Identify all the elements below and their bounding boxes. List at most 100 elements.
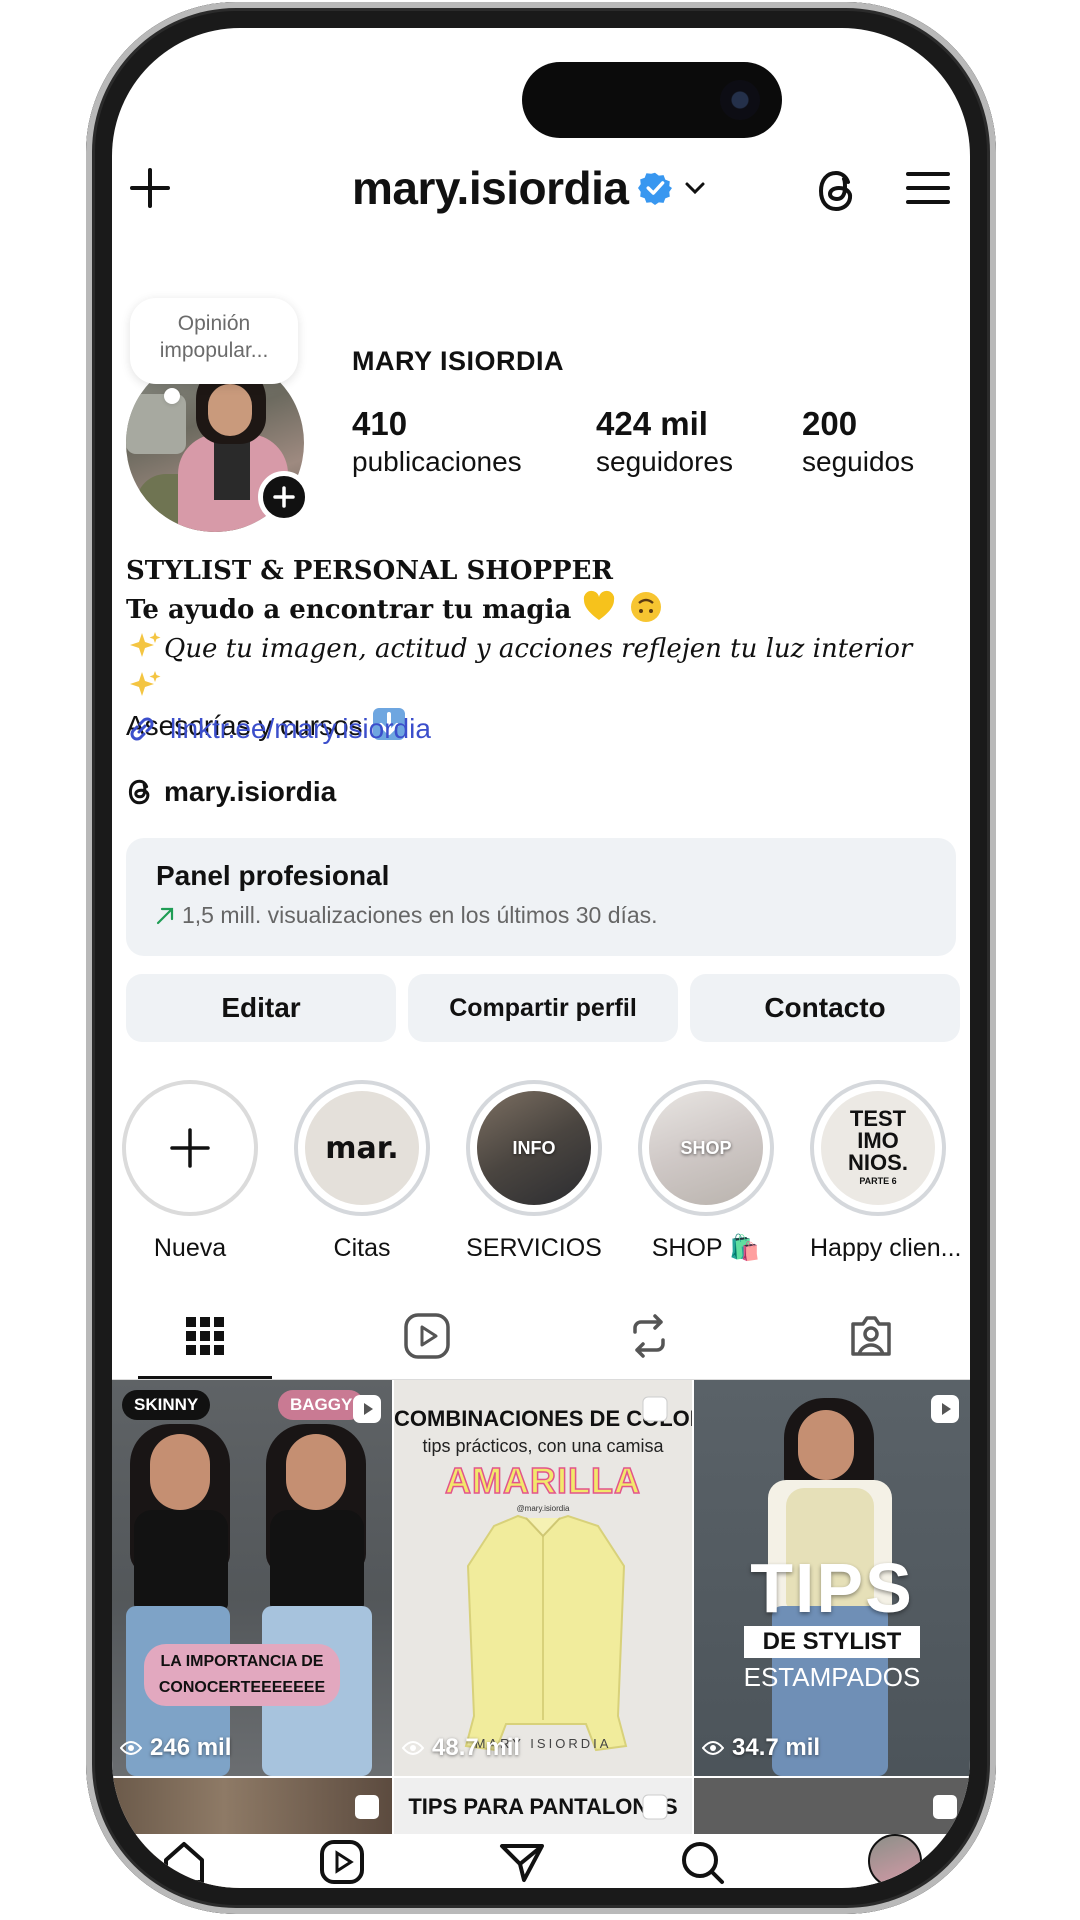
link-icon: [130, 717, 154, 741]
plus-icon: [273, 486, 295, 508]
dynamic-island: [522, 62, 782, 138]
account-switcher[interactable]: mary.isiordia: [352, 158, 708, 218]
share-profile-button[interactable]: Compartir perfil: [408, 974, 678, 1042]
highlight-new[interactable]: Nueva: [122, 1080, 258, 1263]
edit-profile-button[interactable]: Editar: [126, 974, 396, 1042]
stat-number: 200: [802, 405, 858, 442]
cover-line: PARTE 6: [859, 1176, 897, 1186]
followers-count[interactable]: 424 mil seguidores: [596, 404, 733, 480]
post-tile[interactable]: SKINNY BAGGY LA IMPORTANCIA DE CONOCERTE…: [112, 1380, 392, 1776]
highlight-label: SERVICIOS: [466, 1234, 602, 1262]
tab-reposts[interactable]: [582, 1294, 716, 1378]
banner-line: CONOCERTEEEEEEE: [158, 1679, 326, 1696]
threads-profile-link[interactable]: mary.isiordia: [126, 776, 336, 808]
post-tile[interactable]: TIPS DE STYLIST ESTAMPADOS 34.7 mil: [694, 1380, 970, 1776]
yellow-heart-icon: [584, 590, 615, 620]
stat-label: seguidos: [802, 446, 915, 477]
stat-label: publicaciones: [352, 446, 522, 477]
highlight-ring: SHOP: [638, 1080, 774, 1216]
tab-reels[interactable]: [360, 1294, 494, 1378]
eye-icon: [402, 1741, 424, 1755]
contact-button[interactable]: Contacto: [690, 974, 960, 1042]
create-post-button[interactable]: [128, 166, 172, 210]
post-headline: AMARILLA: [444, 1459, 641, 1502]
posts-count[interactable]: 410 publicaciones: [352, 404, 522, 480]
cover-line: TEST: [849, 1106, 907, 1131]
view-count: 48.7 mil: [402, 1734, 520, 1762]
highlight-citas[interactable]: mar. Citas: [294, 1080, 430, 1263]
highlight-cover: TEST IMO NIOS. PARTE 6: [821, 1091, 935, 1205]
link-text: linktr.ee/mary.isiordia: [170, 713, 431, 744]
stat-number: 410: [352, 405, 408, 442]
highlight-shop[interactable]: SHOP SHOP 🛍️: [638, 1080, 774, 1263]
stat-number: 424 mil: [596, 405, 708, 442]
upside-down-face-icon: [631, 592, 662, 622]
bio-text: Que tu imagen, actitud y acciones reflej…: [164, 634, 913, 664]
menu-button[interactable]: [906, 168, 950, 208]
banner-line: LA IMPORTANCIA DE: [160, 1653, 324, 1670]
view-count-text: 246 mil: [150, 1734, 232, 1761]
eye-icon: [120, 1741, 142, 1755]
verified-badge-icon: [638, 172, 673, 205]
bio-text: Te ayudo a encontrar tu magia: [126, 595, 572, 625]
grid-icon: [186, 1317, 224, 1355]
hamburger-icon: [906, 172, 950, 204]
screen: mary.isiordia Opinión impopular... MARY …: [112, 28, 970, 1888]
highlight-servicios[interactable]: INFO SERVICIOS: [466, 1080, 602, 1263]
bio-line: Que tu imagen, actitud y acciones reflej…: [126, 629, 946, 707]
cover-line: NIOS.: [848, 1150, 908, 1175]
cover-line: IMO: [857, 1128, 899, 1153]
post-tile[interactable]: COMBINACIONES DE COLOR tips prácticos, c…: [394, 1380, 692, 1776]
highlight-cover: SHOP: [649, 1091, 763, 1205]
bio-line: Te ayudo a encontrar tu magia: [126, 590, 946, 629]
professional-dashboard[interactable]: Panel profesional 1,5 mill. visualizacio…: [126, 838, 956, 956]
plus-icon: [170, 1128, 210, 1168]
view-count: 246 mil: [120, 1734, 231, 1762]
highlight-label: Happy clien...: [810, 1234, 962, 1262]
full-name: MARY ISIORDIA: [352, 346, 565, 376]
profile-tabs: [112, 1294, 970, 1380]
highlight-ring: TEST IMO NIOS. PARTE 6: [810, 1080, 946, 1216]
plus-icon: [130, 168, 170, 208]
chevron-down-icon: [685, 182, 705, 195]
add-story-button[interactable]: [258, 471, 310, 523]
tab-tagged[interactable]: [804, 1294, 938, 1378]
bottom-navigation: [112, 1834, 970, 1888]
carousel-badge-icon: [355, 1795, 379, 1819]
post-banner: LA IMPORTANCIA DE CONOCERTEEEEEEE: [144, 1644, 340, 1706]
highlight-cover: INFO: [477, 1091, 591, 1205]
post-subtitle-box: DE STYLIST: [744, 1626, 920, 1658]
highlight-cover: mar.: [305, 1091, 419, 1205]
threads-icon: [128, 779, 150, 805]
note-bubble[interactable]: Opinión impopular...: [130, 298, 298, 384]
post-subtitle: ESTAMPADOS: [743, 1662, 921, 1692]
tagged-icon: [851, 1316, 891, 1356]
highlight-cover-text: INFO: [512, 1137, 556, 1158]
highlight-ring: INFO: [466, 1080, 602, 1216]
post-label: SKINNY: [122, 1390, 211, 1420]
camera-icon: [720, 80, 760, 120]
bio-link[interactable]: linktr.ee/mary.isiordia: [126, 713, 431, 745]
reel-badge-icon: [931, 1395, 959, 1423]
highlight-ring: [122, 1080, 258, 1216]
panel-subtitle: 1,5 mill. visualizaciones en los últimos…: [156, 902, 926, 929]
highlight-label: Nueva: [153, 1234, 227, 1262]
search-icon[interactable]: [678, 1838, 726, 1886]
highlight-label: Citas: [333, 1234, 391, 1262]
threads-button[interactable]: [814, 166, 860, 216]
following-count[interactable]: 200 seguidos: [802, 404, 914, 480]
carousel-badge-icon: [642, 1794, 668, 1820]
note-text: Opinión impopular...: [159, 312, 269, 362]
highlight-label: SHOP 🛍️: [651, 1234, 761, 1262]
sparkles-icon: [130, 671, 161, 696]
panel-title: Panel profesional: [156, 860, 390, 891]
reels-nav-icon[interactable]: [318, 1838, 366, 1886]
trend-up-icon: [156, 907, 174, 924]
tab-grid[interactable]: [138, 1294, 272, 1378]
home-icon[interactable]: [160, 1838, 208, 1886]
send-icon[interactable]: [498, 1838, 546, 1886]
threads-handle: mary.isiordia: [164, 776, 337, 807]
profile-nav-avatar[interactable]: [868, 1834, 922, 1888]
highlight-happy-clients[interactable]: TEST IMO NIOS. PARTE 6 Happy clien...: [810, 1080, 962, 1263]
panel-subtitle-text: 1,5 mill. visualizaciones en los últimos…: [182, 902, 658, 928]
